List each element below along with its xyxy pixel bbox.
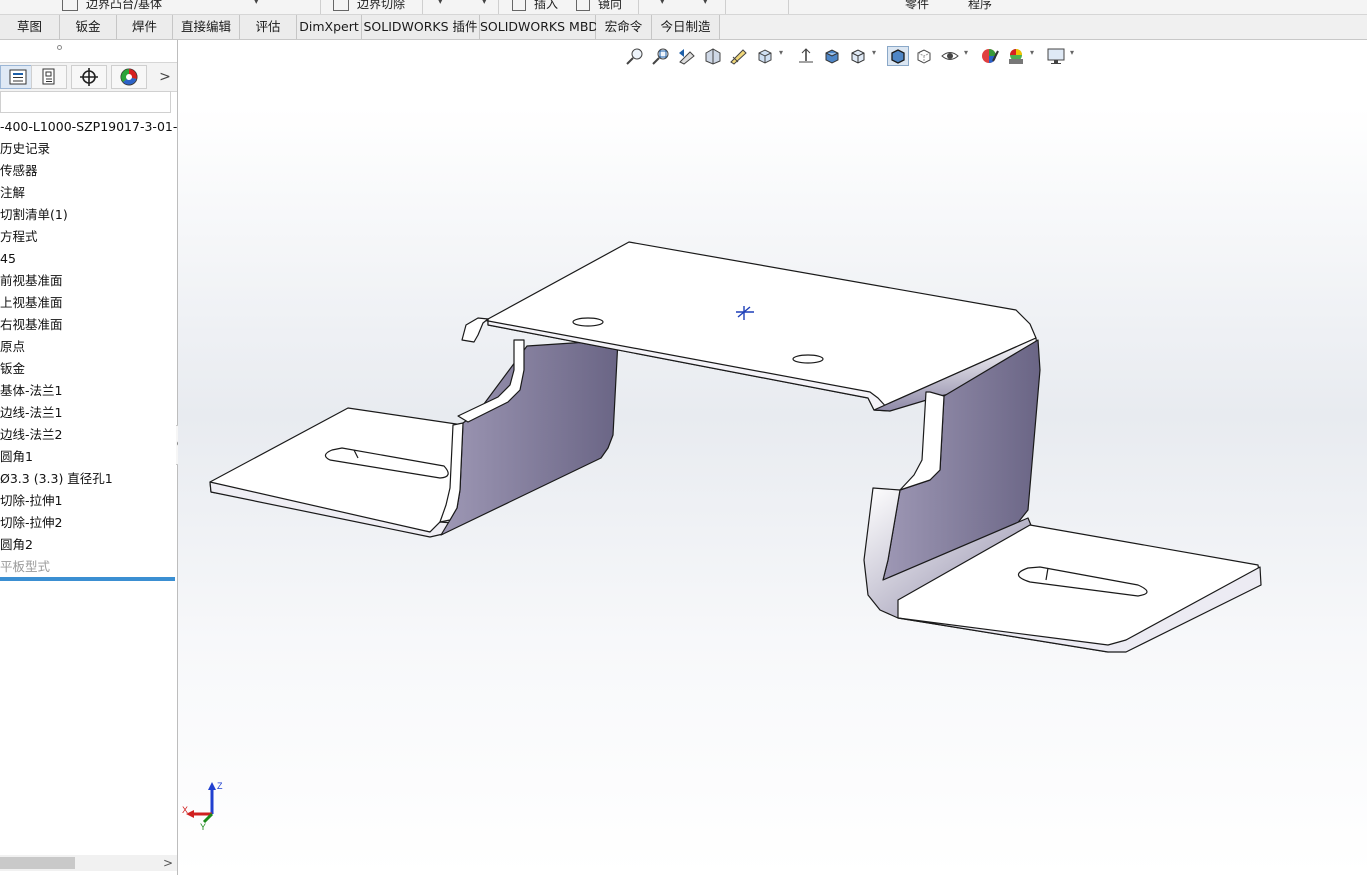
tree-item-hole-wizard[interactable]: Ø3.3 (3.3) 直径孔1 (0, 468, 177, 490)
ribbon-label: 边界凸台/基体 (86, 0, 163, 11)
z-label: Z (217, 781, 223, 791)
tree-item-part-name[interactable]: -400-L1000-SZP19017-3-01-02 (0, 116, 177, 138)
insert-icon (512, 0, 526, 11)
tree-item-sheet-metal[interactable]: 钣金 (0, 358, 177, 380)
ribbon-label: 边界切除 (357, 0, 406, 11)
ribbon-mirror[interactable]: 镜向 (576, 0, 622, 12)
panel-tab-strip: > (0, 62, 177, 92)
ribbon-top-strip: 边界凸台/基体 ▾ 边界切除 ▾ ▾ 插入 镜向 ▾ ▾ 零件 程序 (0, 0, 1367, 15)
mirror-icon (576, 0, 590, 11)
configuration-manager-tab[interactable] (71, 65, 107, 89)
feature-manager-icon (9, 69, 27, 85)
separator (320, 0, 321, 14)
tree-item-history[interactable]: 历史记录 (0, 138, 177, 160)
ribbon-boundary-cut[interactable]: 边界切除 (333, 0, 405, 12)
z-arrow (208, 782, 216, 790)
tree-item-fillet-1[interactable]: 圆角1 (0, 446, 177, 468)
rollback-bar[interactable] (0, 577, 175, 581)
tab-sketch[interactable]: 草图 (0, 15, 60, 39)
tab-solidworks-mbd[interactable]: SOLIDWORKS MBD (480, 15, 598, 39)
x-label: X (182, 805, 188, 815)
tab-dimxpert[interactable]: DimXpert (297, 15, 362, 39)
tab-3dexperience-manufacturing[interactable]: 今日制造 (652, 15, 720, 39)
y-label: Y (200, 822, 206, 832)
scroll-right-arrow[interactable]: > (163, 855, 173, 871)
panel-horizontal-scrollbar[interactable]: > (0, 855, 177, 871)
tab-sheet-metal[interactable]: 钣金 (60, 15, 117, 39)
tab-direct-editing[interactable]: 直接编辑 (173, 15, 240, 39)
top-left-bend-lip (461, 317, 489, 343)
tree-item-edge-flange-1[interactable]: 边线-法兰1 (0, 402, 177, 424)
ribbon-boundary-boss[interactable]: 边界凸台/基体 (62, 0, 162, 12)
tree-item-sensors[interactable]: 传感器 (0, 160, 177, 182)
ribbon-label: 镜向 (598, 0, 623, 11)
ribbon-program[interactable]: 程序 (968, 0, 992, 12)
property-manager-icon (42, 68, 55, 85)
top-hole-1 (572, 317, 604, 327)
scrollbar-thumb[interactable] (0, 857, 75, 869)
graphics-area[interactable]: ▾ ▾ ▾ ▾ ▾ Z X Y (178, 40, 1367, 875)
feature-tree-filter-input[interactable] (0, 91, 171, 113)
tree-item-front-plane[interactable]: 前视基准面 (0, 270, 177, 292)
chevron-down-icon[interactable]: ▾ (254, 0, 259, 7)
ribbon-insert[interactable]: 插入 (512, 0, 558, 12)
tab-weldments[interactable]: 焊件 (117, 15, 173, 39)
orientation-triad: Z X Y (182, 781, 223, 832)
chevron-down-icon[interactable]: ▾ (660, 0, 665, 7)
tree-item-annotations[interactable]: 注解 (0, 182, 177, 204)
chevron-down-icon[interactable]: ▾ (438, 0, 443, 7)
tree-item-material[interactable]: 45 (0, 248, 177, 270)
tree-item-cut-list[interactable]: 切割清单(1) (0, 204, 177, 226)
tab-evaluate[interactable]: 评估 (240, 15, 297, 39)
property-manager-tab[interactable] (31, 65, 67, 89)
separator (498, 0, 499, 14)
feature-manager-panel: > -400-L1000-SZP19017-3-01-02 历史记录 传感器 注… (0, 40, 178, 875)
separator (725, 0, 726, 14)
separator (788, 0, 789, 14)
separator (422, 0, 423, 14)
separator (638, 0, 639, 14)
left-web-face (440, 339, 619, 536)
display-manager-tab[interactable] (111, 65, 147, 89)
panel-splitter-handle[interactable] (57, 45, 62, 50)
ribbon-part[interactable]: 零件 (905, 0, 929, 12)
chevron-down-icon[interactable]: ▾ (482, 0, 487, 7)
top-hole-2 (792, 354, 824, 364)
tree-item-edge-flange-2[interactable]: 边线-法兰2 (0, 424, 177, 446)
tree-item-cut-extrude-2[interactable]: 切除-拉伸2 (0, 512, 177, 534)
sheet-metal-part-model[interactable] (178, 40, 1367, 875)
tree-item-right-plane[interactable]: 右视基准面 (0, 314, 177, 336)
tree-item-flat-pattern[interactable]: 平板型式 (0, 556, 177, 578)
tree-item-top-plane[interactable]: 上视基准面 (0, 292, 177, 314)
tab-macro[interactable]: 宏命令 (596, 15, 652, 39)
chevron-down-icon[interactable]: ▾ (703, 0, 708, 7)
tree-item-equations[interactable]: 方程式 (0, 226, 177, 248)
panel-tabs-more-button[interactable]: > (155, 66, 175, 88)
command-manager-tabs: 草图 钣金 焊件 直接编辑 评估 DimXpert SOLIDWORKS 插件 … (0, 15, 1367, 40)
configuration-manager-icon (80, 68, 98, 86)
tab-solidworks-addins[interactable]: SOLIDWORKS 插件 (362, 15, 480, 39)
boundary-boss-icon (62, 0, 78, 11)
ribbon-label: 插入 (534, 0, 559, 11)
tree-item-fillet-2[interactable]: 圆角2 (0, 534, 177, 556)
boundary-cut-icon (333, 0, 349, 11)
tree-item-cut-extrude-1[interactable]: 切除-拉伸1 (0, 490, 177, 512)
feature-tree: -400-L1000-SZP19017-3-01-02 历史记录 传感器 注解 … (0, 116, 177, 578)
tree-item-base-flange[interactable]: 基体-法兰1 (0, 380, 177, 402)
tree-item-origin[interactable]: 原点 (0, 336, 177, 358)
display-manager-icon (120, 68, 138, 86)
